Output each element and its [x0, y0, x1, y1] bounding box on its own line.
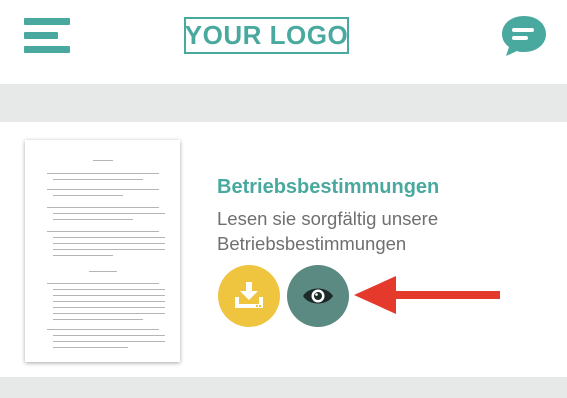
- hamburger-menu-icon[interactable]: [24, 18, 70, 54]
- document-title[interactable]: Betriebsbestimmungen: [217, 176, 439, 199]
- thumb-line: [47, 207, 159, 209]
- view-button[interactable]: [287, 265, 349, 327]
- thumb-line: [47, 283, 159, 285]
- thumb-line: [53, 313, 165, 315]
- thumb-line: [53, 195, 123, 197]
- thumb-line: [53, 219, 133, 221]
- thumb-line: [53, 301, 165, 303]
- divider-band: [0, 84, 567, 122]
- thumb-line: [53, 179, 143, 181]
- divider-band: [0, 377, 567, 398]
- menu-bar: [24, 18, 70, 25]
- red-arrow-pointer: [354, 276, 500, 314]
- thumb-line: [53, 307, 165, 309]
- thumb-line: [53, 289, 165, 291]
- thumb-line: [53, 237, 165, 239]
- thumb-line: [53, 255, 113, 257]
- thumb-line: [47, 231, 159, 233]
- eye-icon: [303, 288, 333, 304]
- logo[interactable]: YOUR LOGO: [184, 17, 349, 54]
- download-button[interactable]: [218, 265, 280, 327]
- header-bar: YOUR LOGO: [0, 0, 567, 84]
- document-thumbnail[interactable]: [25, 140, 180, 362]
- thumb-line: [53, 341, 165, 343]
- thumb-line: [47, 189, 159, 191]
- document-description: Lesen sie sorgfältig unsere Betriebsbest…: [217, 208, 439, 254]
- menu-bar: [24, 46, 70, 53]
- thumb-line: [47, 329, 159, 331]
- thumb-line: [53, 335, 165, 337]
- thumb-line: [89, 271, 117, 273]
- thumb-line: [53, 213, 165, 215]
- thumb-line: [47, 173, 159, 175]
- thumb-line: [93, 160, 113, 162]
- download-icon: [235, 282, 263, 308]
- thumb-line: [53, 249, 165, 251]
- chat-bubble-icon[interactable]: [500, 14, 548, 58]
- thumb-line: [53, 319, 143, 321]
- thumb-line: [53, 295, 165, 297]
- thumb-line: [53, 243, 165, 245]
- thumb-line: [53, 347, 128, 349]
- menu-bar: [24, 32, 58, 39]
